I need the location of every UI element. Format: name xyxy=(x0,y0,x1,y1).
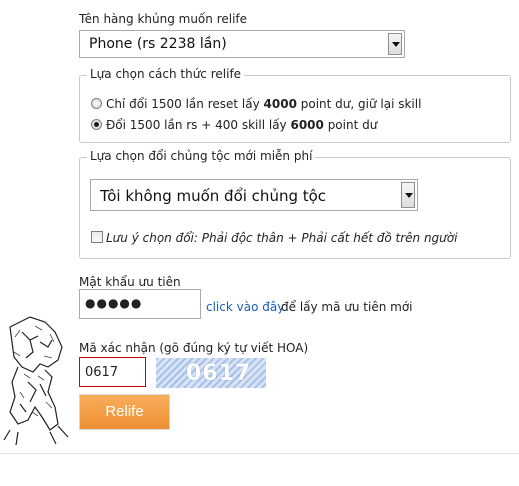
priority-password-input[interactable]: ●●●●● xyxy=(79,289,201,319)
captcha-input-value: 0617 xyxy=(85,365,119,380)
captcha-label: Mã xác nhận (gõ đúng ký tự viết HOA) xyxy=(79,341,309,355)
chevron-down-icon[interactable] xyxy=(388,33,402,55)
item-select[interactable]: Phone (rs 2238 lần) xyxy=(79,30,405,58)
race-select[interactable]: Tôi không muốn đổi chủng tộc xyxy=(90,179,418,211)
item-label: Tên hàng khủng muốn relife xyxy=(79,12,248,26)
race-legend: Lựa chọn đổi chủng tộc mới miễn phí xyxy=(87,149,316,163)
captcha-image: 0617 xyxy=(156,358,266,388)
chevron-down-icon[interactable] xyxy=(401,182,415,208)
priority-password-value: ●●●●● xyxy=(85,296,143,310)
method-option-reset-skill[interactable]: Đổi 1500 lần rs + 400 skill lấy 6000 poi… xyxy=(106,118,377,132)
get-priority-code-link[interactable]: click vào đây xyxy=(206,300,284,314)
captcha-input[interactable]: 0617 xyxy=(79,357,146,387)
item-select-value: Phone (rs 2238 lần) xyxy=(89,36,227,52)
footer-divider xyxy=(0,453,519,454)
method-radio-reset-skill[interactable] xyxy=(91,119,102,130)
character-sketch-image xyxy=(3,316,69,446)
race-note-checkbox[interactable] xyxy=(91,231,103,243)
priority-password-label: Mật khẩu ưu tiên xyxy=(79,275,181,289)
method-option-reset-only[interactable]: Chỉ đổi 1500 lần reset lấy 4000 point dư… xyxy=(106,97,421,111)
method-legend: Lựa chọn cách thức relife xyxy=(87,67,245,81)
method-radio-reset-only[interactable] xyxy=(91,98,102,109)
get-priority-code-suffix: để lấy mã ưu tiên mới xyxy=(281,300,413,314)
captcha-image-text: 0617 xyxy=(186,361,252,386)
race-select-value: Tôi không muốn đổi chủng tộc xyxy=(100,187,327,205)
race-note-text: Lưu ý chọn đổi: Phải độc thân + Phải cất… xyxy=(106,231,458,245)
relife-button[interactable]: Relife xyxy=(79,394,170,430)
